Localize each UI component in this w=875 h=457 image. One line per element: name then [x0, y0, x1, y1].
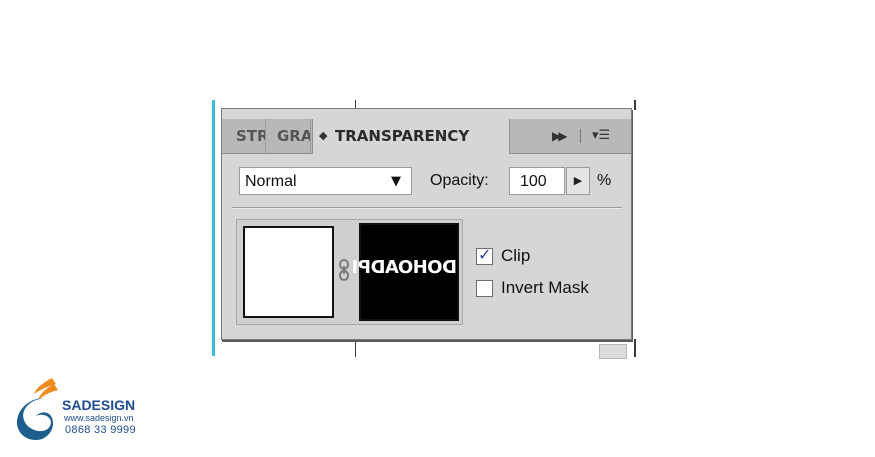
clip-label: Clip: [501, 246, 531, 265]
opacity-slider-button[interactable]: ▶: [566, 167, 590, 195]
brand-url: www.sadesign.vn: [64, 413, 134, 423]
tab-gradient-label: GRADIENT: [277, 127, 310, 145]
brand-name: SADESIGN: [62, 397, 136, 413]
panel-tab-bar: STROKE GRADIENT ◆ TRANSPARENCY ▶▶ ▾☰: [222, 119, 631, 154]
opacity-mask-thumbnail[interactable]: DOHOADPI: [352, 223, 459, 321]
tab-transparency-label: TRANSPARENCY: [335, 127, 470, 145]
thumbnail-area: DOHOADPI: [236, 219, 463, 325]
tab-stroke-label: STROKE: [236, 127, 266, 145]
transparency-panel: STROKE GRADIENT ◆ TRANSPARENCY ▶▶ ▾☰ Nor…: [221, 108, 632, 340]
invert-mask-label: Invert Mask: [501, 278, 589, 297]
brand-phone: 0868 33 9999: [65, 424, 136, 436]
mask-text: DOHOADPI: [352, 257, 457, 278]
panel-divider: [232, 207, 622, 209]
link-icon[interactable]: [338, 258, 350, 282]
checkmark-icon: ✓: [478, 245, 492, 264]
opacity-label: Opacity:: [430, 172, 489, 189]
blend-mode-select[interactable]: Normal ▼: [239, 167, 412, 195]
tab-separator: [580, 129, 581, 143]
invert-mask-checkbox[interactable]: [476, 280, 493, 297]
workspace-edge: [212, 100, 215, 356]
collapse-panel-icon[interactable]: ▶▶: [552, 119, 568, 153]
opacity-value: 100: [520, 173, 547, 190]
panel-menu-icon[interactable]: ▾☰: [592, 119, 610, 153]
scrollbar-corner[interactable]: [599, 344, 627, 359]
tab-options-icon[interactable]: ◆: [319, 119, 327, 153]
artboard-edge-bottom: [355, 339, 636, 357]
tab-gradient[interactable]: GRADIENT: [267, 119, 311, 153]
blend-mode-value: Normal: [245, 173, 297, 190]
opacity-input[interactable]: 100: [509, 167, 565, 195]
opacity-unit: %: [597, 172, 612, 189]
tab-stroke[interactable]: STROKE: [222, 119, 266, 153]
clip-checkbox[interactable]: ✓: [476, 245, 493, 265]
artwork-thumbnail[interactable]: [243, 226, 334, 318]
chevron-down-icon[interactable]: ▼: [382, 167, 410, 197]
tab-transparency[interactable]: ◆ TRANSPARENCY: [312, 119, 510, 154]
